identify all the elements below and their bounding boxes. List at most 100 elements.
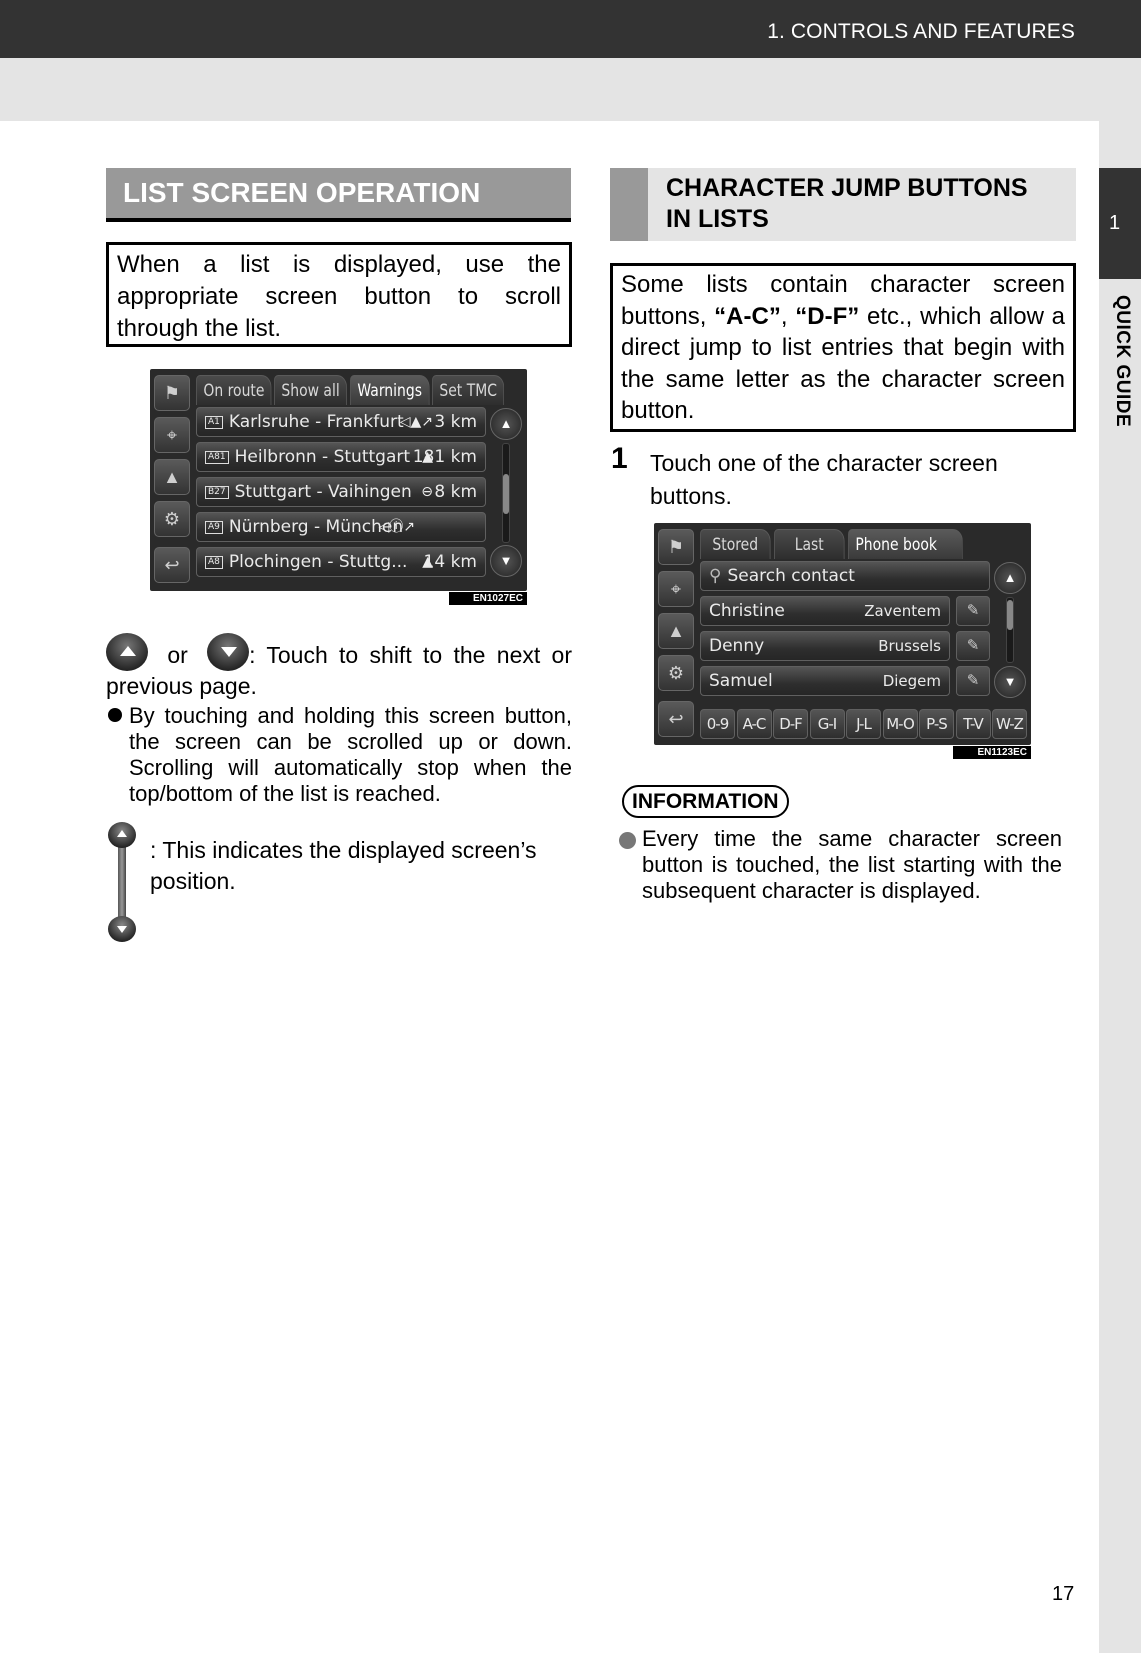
chapter-tab: 1 [1099, 168, 1141, 279]
tab-stored: Stored [700, 529, 771, 559]
scroll-up-icon [106, 633, 148, 671]
intro-box: When a list is displayed, use the approp… [106, 242, 572, 347]
search-label: Search contact [727, 566, 855, 586]
or-text: or [167, 642, 188, 668]
scroll-down-icon [207, 633, 250, 671]
scroll-hold-note: By touching and holding this screen butt… [129, 703, 572, 806]
heading-line-2: IN LISTS [666, 205, 769, 233]
map-settings-icon: ⌖ [658, 571, 694, 607]
back-icon: ↩ [154, 547, 190, 583]
jump-button-d-f: D-F [773, 709, 808, 739]
scroll-track [502, 443, 510, 543]
contact-name: Denny [709, 636, 765, 656]
jump-button-m-o: M-O [882, 709, 918, 739]
route-label: Nürnberg - München [228, 517, 404, 537]
route-label: Karlsruhe - Frankfurt [228, 412, 404, 432]
route-label: Heilbronn - Stuttgart [234, 447, 411, 467]
chapter-label: QUICK GUIDE [1103, 295, 1133, 445]
chapter-number: 1 [1109, 212, 1121, 234]
step-text: Touch one of the character screen button… [650, 450, 998, 509]
distance: 3 km [434, 412, 477, 432]
settings-gear-icon: ⚙ [154, 501, 190, 537]
intro-bold-df: “D-F” [795, 302, 860, 330]
traffic-warning-icon: ◁▲↗ [399, 414, 433, 430]
search-contact-button: ⚲ Search contact [700, 561, 990, 591]
section-title: 1. CONTROLS AND FEATURES [767, 20, 1075, 43]
road-badge: B27 [205, 486, 229, 499]
page-number: 17 [1052, 1583, 1075, 1605]
road-badge: A1 [205, 416, 223, 429]
scroll-up-icon: ▲ [490, 408, 522, 440]
distance: 181 km [412, 447, 477, 467]
info-icon: ◁ⓘ↗ [378, 519, 416, 535]
heading-text: CHARACTER JUMP BUTTONS IN LISTS [666, 173, 1028, 235]
no-entry-icon: ⊖ [421, 484, 433, 500]
edit-icon: ✎ [956, 631, 990, 661]
figure-code: EN1027EC [449, 592, 527, 605]
jump-button-0-9: 0-9 [700, 709, 735, 739]
jump-button-g-i: G-I [809, 709, 845, 739]
map-settings-icon: ⌖ [154, 417, 190, 453]
contact-city: Brussels [878, 637, 941, 655]
distance: 8 km [434, 482, 477, 502]
contact-city: Diegem [882, 672, 941, 690]
intro-box: Some lists contain character screen butt… [610, 263, 1076, 432]
scroll-thumb [503, 474, 509, 514]
scroll-thumb [1007, 600, 1013, 630]
character-jump-row: 0-9 A-C D-F G-I J-L M-O P-S T-V W-Z [700, 709, 1029, 739]
road-badge: A8 [205, 556, 223, 569]
contact-row: Christine Zaventem [700, 596, 950, 626]
traffic-list-screenshot: ⚑ ⌖ ▲ ⚙ ↩ On route Show all Warnings Set… [150, 369, 527, 591]
information-badge: INFORMATION [622, 785, 789, 818]
tab-row: On route Show all Warnings Set TMC [196, 375, 527, 405]
scroll-position-bar-icon [108, 822, 136, 942]
road-badge: A9 [205, 521, 223, 534]
tab-last: Last [774, 529, 845, 559]
route-label: Plochingen - Stuttg... [228, 552, 408, 572]
bullet-icon [108, 708, 122, 722]
jump-button-p-s: P-S [919, 709, 954, 739]
phonebook-screenshot: ⚑ ⌖ ▲ ⚙ ↩ Stored Last Phone book ⚲ Search… [654, 523, 1031, 745]
chapter-label-text: QUICK GUIDE [1112, 295, 1133, 428]
traffic-icon: ▲ [154, 459, 190, 495]
tab-set-tmc: Set TMC [432, 375, 505, 405]
settings-gear-icon: ⚙ [658, 655, 694, 691]
intro-bold-ac: “A-C” [714, 302, 781, 330]
intro-text: , [780, 302, 796, 330]
destination-flag-icon: ⚑ [154, 375, 190, 411]
scroll-description: or : Touch to shift to the next or previ… [106, 633, 572, 702]
search-icon: ⚲ [709, 566, 722, 586]
bullet-icon [619, 832, 636, 849]
scroll-down-icon: ▼ [994, 666, 1026, 698]
contact-row: Samuel Diegem [700, 666, 950, 696]
road-badge: A81 [205, 451, 229, 464]
heading-line-1: CHARACTER JUMP BUTTONS [666, 174, 1028, 202]
heading-text: LIST SCREEN OPERATION [123, 177, 481, 208]
section-heading-list-screen: LIST SCREEN OPERATION [106, 168, 571, 222]
contact-row: Denny Brussels [700, 631, 950, 661]
tab-warnings: Warnings [349, 375, 429, 405]
scroll-up-icon: ▲ [994, 562, 1026, 594]
edit-icon: ✎ [956, 666, 990, 696]
distance: 14 km [423, 552, 477, 572]
jump-button-w-z: W-Z [992, 709, 1027, 739]
route-label: Stuttgart - Vaihingen [234, 482, 412, 502]
list-item: B27 Stuttgart - Vaihingen ⊖ 8 km [196, 477, 486, 507]
list-item: A9 Nürnberg - München ◁ⓘ↗ [196, 512, 486, 542]
destination-flag-icon: ⚑ [658, 529, 694, 565]
tab-on-route: On route [196, 375, 272, 405]
heading-accent [610, 168, 648, 241]
contact-name: Samuel [709, 671, 773, 691]
jump-button-t-v: T-V [955, 709, 991, 739]
jump-button-a-c: A-C [736, 709, 772, 739]
back-icon: ↩ [658, 701, 694, 737]
tab-phone-book: Phone book [848, 529, 963, 559]
header-bar: 1. CONTROLS AND FEATURES [0, 0, 1141, 58]
traffic-icon: ▲ [658, 613, 694, 649]
section-heading-character-jump: CHARACTER JUMP BUTTONS IN LISTS [610, 168, 1076, 241]
information-text: Every time the same character screen but… [642, 826, 1062, 903]
edit-icon: ✎ [956, 596, 990, 626]
list-item: A81 Heilbronn - Stuttgart ▲ 181 km [196, 442, 486, 472]
scroll-track [1006, 597, 1014, 663]
figure-code: EN1123EC [953, 746, 1031, 759]
